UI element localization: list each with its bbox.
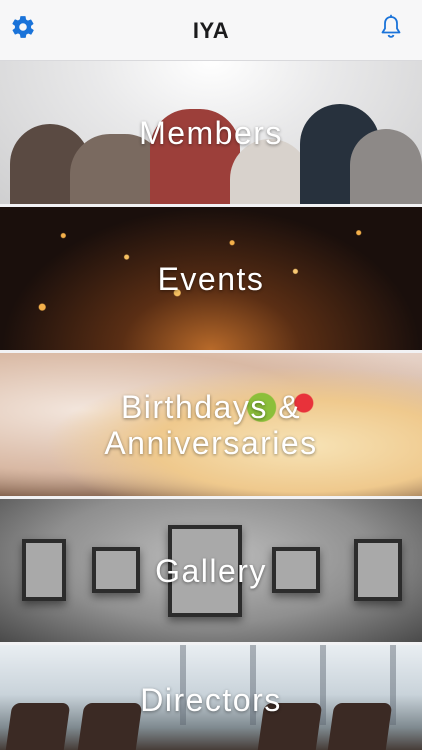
tile-members-label: Members	[139, 114, 283, 151]
app-screen: IYA Members Events Birthdays & Anniversa…	[0, 0, 422, 750]
tile-directors[interactable]: Directors	[0, 645, 422, 750]
app-title: IYA	[192, 18, 230, 43]
tile-members[interactable]: Members	[0, 61, 422, 204]
tile-events-label: Events	[157, 260, 265, 297]
tile-birthdays-label: Birthdays & Anniversaries	[104, 388, 318, 461]
bell-icon	[381, 14, 401, 38]
navigation-bar: IYA	[0, 0, 422, 61]
tile-gallery[interactable]: Gallery	[0, 499, 422, 642]
tile-events[interactable]: Events	[0, 207, 422, 350]
notifications-button[interactable]	[376, 12, 406, 42]
tile-gallery-label: Gallery	[155, 552, 267, 589]
menu-tiles: Members Events Birthdays & Anniversaries…	[0, 61, 422, 750]
tile-birthdays-anniversaries[interactable]: Birthdays & Anniversaries	[0, 353, 422, 496]
tile-directors-label: Directors	[140, 682, 282, 718]
